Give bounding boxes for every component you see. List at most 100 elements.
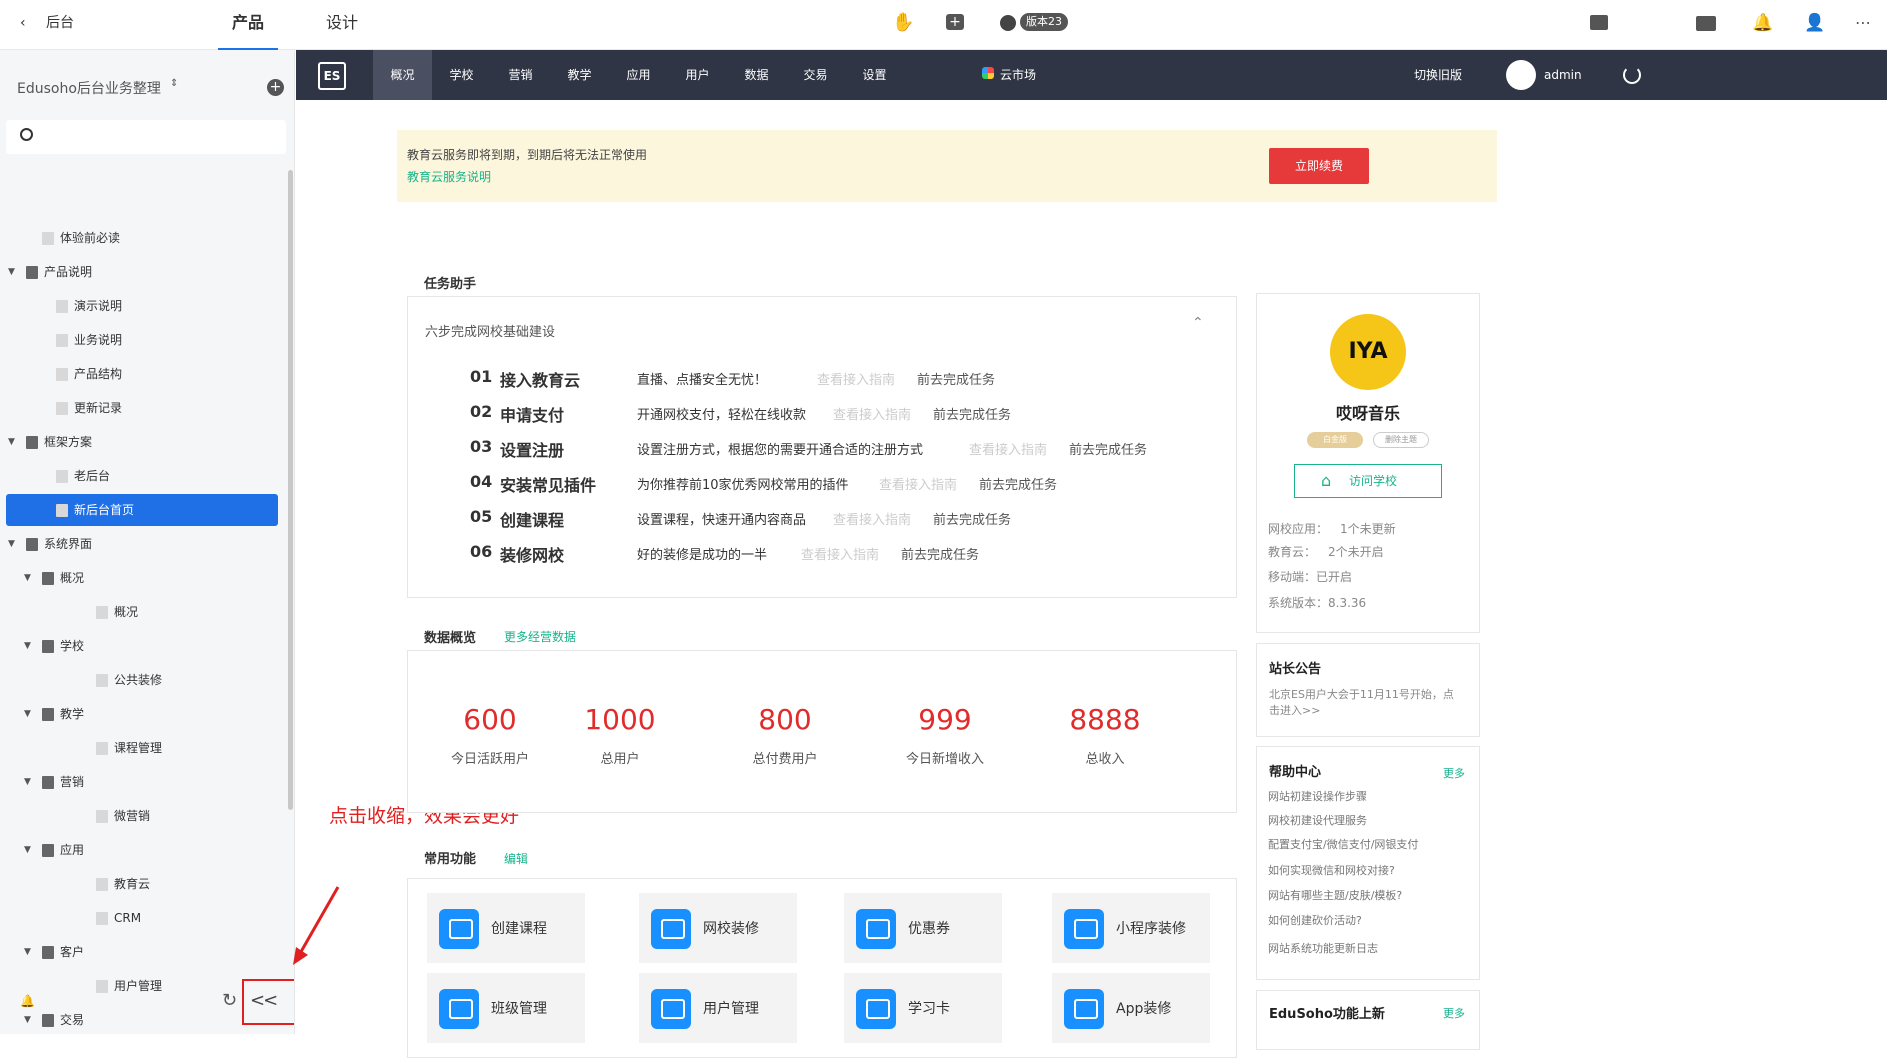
view-guide-link[interactable]: 查看接入指南 — [817, 369, 895, 388]
add-comment-icon[interactable]: + — [946, 14, 964, 30]
nav-item[interactable]: 学校 — [432, 50, 491, 100]
tree-item[interactable]: ▼ 系统界面 — [6, 528, 278, 560]
expand-arrow-icon[interactable]: ▼ — [24, 936, 31, 968]
tree-item[interactable]: ▼ 交易 — [6, 1004, 278, 1034]
help-link[interactable]: 如何实现微信和网校对接? — [1268, 862, 1395, 878]
renew-button[interactable]: 立即续费 — [1269, 148, 1369, 184]
view-guide-link[interactable]: 查看接入指南 — [833, 509, 911, 528]
function-tile[interactable]: 用户管理 — [639, 973, 797, 1043]
tree-item[interactable]: 微营销 — [6, 800, 278, 832]
sidebar-scrollbar[interactable] — [288, 170, 293, 810]
tree-item[interactable]: 产品结构 — [6, 358, 278, 390]
logo[interactable]: ES — [318, 62, 346, 90]
notice-link[interactable]: 教育云服务说明 — [407, 168, 491, 185]
tree-item[interactable]: ▼ 学校 — [6, 630, 278, 662]
go-complete-link[interactable]: 前去完成任务 — [917, 369, 995, 388]
tree-item[interactable]: 概况 — [6, 596, 278, 628]
function-tile[interactable]: 网校装修 — [639, 893, 797, 963]
more-data-link[interactable]: 更多经营数据 — [504, 628, 576, 645]
comment-icon[interactable] — [1590, 15, 1608, 30]
tree-item[interactable]: 公共装修 — [6, 664, 278, 696]
school-apps-value[interactable]: 1个未更新 — [1340, 520, 1396, 537]
updates-more-link[interactable]: 更多 — [1443, 1005, 1465, 1021]
view-guide-link[interactable]: 查看接入指南 — [969, 439, 1047, 458]
tree-item[interactable]: ▼ 应用 — [6, 834, 278, 866]
nav-item[interactable]: 应用 — [609, 50, 668, 100]
tab-design[interactable]: 设计 — [326, 0, 358, 50]
nav-item[interactable]: 营销 — [491, 50, 550, 100]
expand-arrow-icon[interactable]: ▼ — [24, 834, 31, 866]
nav-cloud-market[interactable]: 云市场 — [1000, 50, 1036, 100]
function-tile[interactable]: App装修 — [1052, 973, 1210, 1043]
expand-arrow-icon[interactable]: ▼ — [24, 630, 31, 662]
avatar[interactable] — [1506, 60, 1536, 90]
tree-item[interactable]: 课程管理 — [6, 732, 278, 764]
function-tile[interactable]: 优惠券 — [844, 893, 1002, 963]
tab-product[interactable]: 产品 — [218, 0, 278, 50]
expand-arrow-icon[interactable]: ▼ — [8, 426, 15, 458]
function-tile[interactable]: 小程序装修 — [1052, 893, 1210, 963]
nav-item[interactable]: 教学 — [550, 50, 609, 100]
tree-item[interactable]: ▼ 产品说明 — [6, 256, 278, 288]
expand-arrow-icon[interactable]: ▼ — [24, 562, 31, 594]
back-button[interactable]: 后台 — [46, 0, 74, 50]
bell-icon[interactable]: 🔔 — [1752, 12, 1774, 34]
tree-item[interactable]: 教育云 — [6, 868, 278, 900]
tree-item[interactable]: 老后台 — [6, 460, 278, 492]
function-tile[interactable]: 创建课程 — [427, 893, 585, 963]
nav-item[interactable]: 设置 — [845, 50, 904, 100]
go-complete-link[interactable]: 前去完成任务 — [979, 474, 1057, 493]
nav-item[interactable]: 概况 — [373, 50, 432, 100]
notification-icon[interactable]: 🔔 — [20, 994, 35, 1008]
help-link[interactable]: 网校初建设代理服务 — [1268, 812, 1367, 828]
announcement-text-2[interactable]: 击进入>> — [1269, 702, 1320, 718]
tree-item[interactable]: 体验前必读 — [6, 222, 278, 254]
help-link[interactable]: 网站系统功能更新日志 — [1268, 940, 1378, 956]
tree-item[interactable]: 更新记录 — [6, 392, 278, 424]
view-guide-link[interactable]: 查看接入指南 — [801, 544, 879, 563]
search-input[interactable] — [6, 120, 286, 154]
function-tile[interactable]: 学习卡 — [844, 973, 1002, 1043]
announcement-text[interactable]: 北京ES用户大会于11月11号开始，点 — [1269, 686, 1454, 702]
hand-icon[interactable]: ✋ — [892, 12, 914, 34]
version-badge[interactable]: 版本23 — [1020, 13, 1068, 31]
expand-arrow-icon[interactable]: ▼ — [24, 698, 31, 730]
function-tile[interactable]: 班级管理 — [427, 973, 585, 1043]
tree-item[interactable]: ▼ 营销 — [6, 766, 278, 798]
view-guide-link[interactable]: 查看接入指南 — [879, 474, 957, 493]
go-complete-link[interactable]: 前去完成任务 — [933, 404, 1011, 423]
help-link[interactable]: 网站有哪些主题/皮肤/模板? — [1268, 887, 1402, 903]
sort-icon[interactable]: ⇕ — [170, 78, 178, 89]
tree-item[interactable]: 演示说明 — [6, 290, 278, 322]
view-guide-link[interactable]: 查看接入指南 — [833, 404, 911, 423]
edu-cloud-value[interactable]: 2个未开启 — [1328, 543, 1384, 560]
tree-item[interactable]: CRM — [6, 902, 278, 934]
expand-arrow-icon[interactable]: ▼ — [24, 1004, 31, 1034]
collapse-sidebar-button[interactable]: << — [250, 990, 278, 1011]
go-complete-link[interactable]: 前去完成任务 — [933, 509, 1011, 528]
more-icon[interactable]: ⋯ — [1852, 12, 1874, 34]
expand-arrow-icon[interactable]: ▼ — [8, 256, 15, 288]
help-link[interactable]: 网站初建设操作步骤 — [1268, 788, 1367, 804]
tree-item[interactable]: 新后台首页 — [6, 494, 278, 526]
theme-badge[interactable]: 删除主题 — [1373, 432, 1429, 448]
collapse-chevron-icon[interactable]: ⌃ — [1192, 315, 1204, 331]
nav-item[interactable]: 数据 — [727, 50, 786, 100]
expand-arrow-icon[interactable]: ▼ — [8, 528, 15, 560]
tree-item[interactable]: 用户管理 — [6, 970, 278, 1002]
folder-icon[interactable] — [1696, 16, 1716, 31]
add-circle-icon[interactable]: + — [267, 79, 284, 96]
help-more-link[interactable]: 更多 — [1443, 765, 1465, 781]
go-complete-link[interactable]: 前去完成任务 — [901, 544, 979, 563]
refresh-icon[interactable]: ↻ — [222, 990, 237, 1011]
switch-old-version[interactable]: 切换旧版 — [1414, 50, 1462, 100]
power-icon[interactable] — [1623, 66, 1641, 84]
tree-item[interactable]: ▼ 教学 — [6, 698, 278, 730]
edit-functions-link[interactable]: 编辑 — [504, 850, 528, 867]
tree-item[interactable]: ▼ 客户 — [6, 936, 278, 968]
go-complete-link[interactable]: 前去完成任务 — [1069, 439, 1147, 458]
clock-icon[interactable] — [1000, 15, 1016, 31]
tree-item[interactable]: 业务说明 — [6, 324, 278, 356]
help-link[interactable]: 配置支付宝/微信支付/网银支付 — [1268, 836, 1418, 852]
nav-item[interactable]: 用户 — [668, 50, 727, 100]
